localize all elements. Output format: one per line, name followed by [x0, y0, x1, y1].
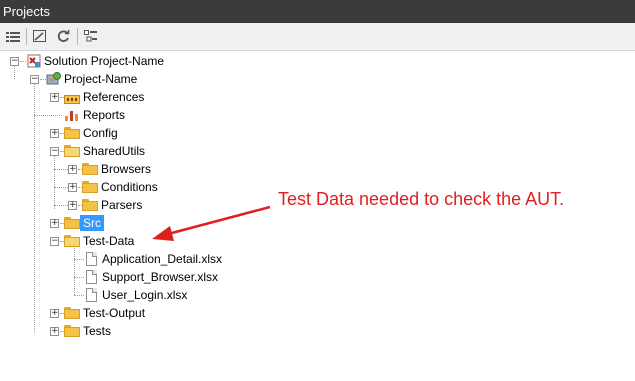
- annotation-arrow: [152, 205, 271, 241]
